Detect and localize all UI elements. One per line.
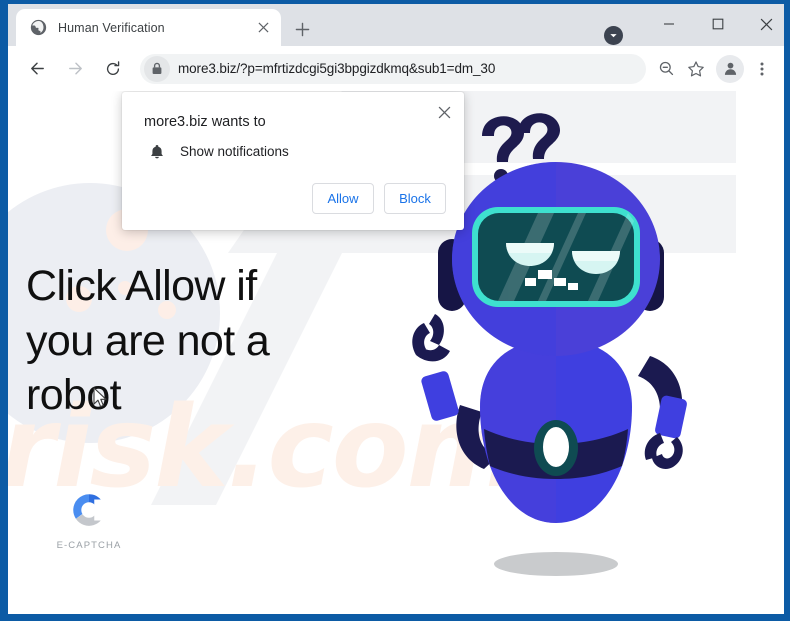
window-maximize-button[interactable] <box>695 9 740 39</box>
bookmark-star-icon[interactable] <box>682 55 710 83</box>
c-logo-icon <box>73 494 107 526</box>
permission-block-button[interactable]: Block <box>384 183 446 214</box>
window-minimize-button[interactable] <box>646 9 691 39</box>
lock-icon[interactable] <box>144 55 170 82</box>
zoom-out-icon[interactable] <box>652 55 680 83</box>
captcha-logo: E-CAPTCHA <box>34 489 144 551</box>
page-viewport: risk.com Click Allow if you are not a ro… <box>8 91 784 614</box>
browser-tab-human-verification[interactable]: Human Verification <box>16 9 281 46</box>
window-dropdown-button[interactable] <box>604 26 623 45</box>
window-close-button[interactable] <box>744 9 784 39</box>
address-bar[interactable]: more3.biz/?p=mfrtizdcgi5gi3bpgizdkmq&sub… <box>140 53 646 84</box>
captcha-label: E-CAPTCHA <box>56 540 122 551</box>
profile-avatar[interactable] <box>716 54 744 83</box>
chrome-menu-icon[interactable] <box>748 55 776 83</box>
permission-allow-button[interactable]: Allow <box>312 183 374 214</box>
tab-title: Human Verification <box>58 20 165 35</box>
reload-icon[interactable] <box>98 54 128 84</box>
back-icon[interactable] <box>22 54 52 84</box>
bell-icon <box>148 143 166 161</box>
new-tab-button[interactable] <box>289 16 315 42</box>
forward-icon[interactable] <box>60 54 90 84</box>
permission-dialog-close-icon[interactable] <box>432 100 456 124</box>
tab-close-icon[interactable] <box>253 18 273 38</box>
permission-dialog-permission-label: Show notifications <box>180 144 289 159</box>
browser-window-inner: Human Verification more3.biz/?p=mfrtizdc… <box>8 4 784 614</box>
address-bar-url: more3.biz/?p=mfrtizdcgi5gi3bpgizdkmq&sub… <box>178 61 496 76</box>
notification-permission-dialog: more3.biz wants to Show notifications Al… <box>122 92 464 230</box>
browser-window: Human Verification more3.biz/?p=mfrtizdc… <box>0 0 790 621</box>
tab-strip: Human Verification <box>8 4 784 46</box>
mouse-cursor <box>93 387 107 408</box>
permission-dialog-title: more3.biz wants to <box>144 114 266 130</box>
globe-icon <box>30 19 47 36</box>
page-headline: Click Allow if you are not a robot <box>26 262 270 420</box>
browser-toolbar: more3.biz/?p=mfrtizdcgi5gi3bpgizdkmq&sub… <box>8 46 784 91</box>
